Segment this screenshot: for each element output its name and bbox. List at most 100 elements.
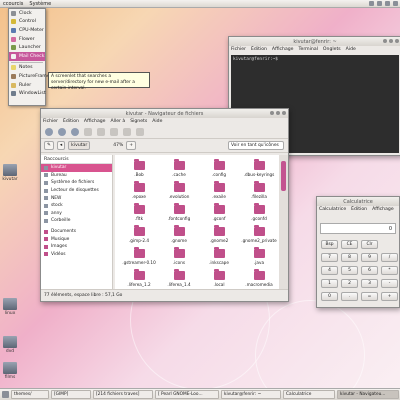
menu-item-mail-check[interactable]: Mail Check [9, 51, 45, 61]
menu-item-notes[interactable]: Notes [9, 64, 45, 73]
desktop-icon-dvd[interactable]: dvd [0, 336, 24, 354]
folder-item[interactable]: .gstreamer-0.10 [119, 247, 159, 265]
folder-item[interactable]: .cache [159, 159, 199, 177]
folder-item[interactable]: .exaile [199, 181, 239, 199]
calc-key-button[interactable]: * [381, 266, 398, 275]
sidebar-item-images[interactable]: Images [41, 243, 112, 251]
sidebar-item-videos[interactable]: Vidéos [41, 251, 112, 259]
terminal-titlebar[interactable]: kivutar@fenrir: ~ [229, 37, 400, 46]
network-icon[interactable] [369, 1, 374, 6]
calc-key-button[interactable]: 4 [321, 266, 338, 275]
calc-key-button[interactable]: 7 [321, 253, 338, 262]
menu-terminal[interactable]: Terminal [299, 47, 318, 52]
calc-key-button[interactable]: / [381, 253, 398, 262]
home-icon[interactable] [110, 127, 118, 136]
folder-item[interactable]: .liferea_1.4 [159, 269, 199, 287]
menu-tabs[interactable]: Onglets [323, 47, 341, 52]
calc-key-button[interactable]: 0 [321, 292, 338, 301]
menu-file[interactable]: Fichier [43, 119, 58, 124]
menu-edit[interactable]: Édition [63, 119, 79, 124]
stop-icon[interactable] [84, 127, 92, 136]
menu-item-window-list[interactable]: WindowList [9, 89, 46, 98]
sidebar-item-home[interactable]: kivutar [41, 164, 112, 172]
edit-location-icon[interactable]: ✎ [44, 141, 54, 150]
forward-arrow-icon[interactable] [58, 127, 66, 136]
folder-item[interactable]: .dbus-keyrings [239, 159, 279, 177]
menu-item-control[interactable]: Control [9, 18, 45, 27]
taskbar-button[interactable]: themes/ [11, 390, 49, 399]
menu-view[interactable]: Affichage [84, 119, 106, 124]
sidebar-item-stock[interactable]: stock [41, 202, 112, 210]
menu-file[interactable]: Fichier [231, 47, 246, 52]
menu-view[interactable]: Affichage [272, 47, 294, 52]
folder-item[interactable]: .evolution [159, 181, 199, 199]
minimize-button[interactable] [383, 39, 387, 43]
folder-item[interactable]: .fltk [119, 203, 159, 221]
folder-item[interactable]: .fontconfig [159, 203, 199, 221]
menu-edit[interactable]: Édition [251, 47, 267, 52]
taskbar-button[interactable]: Calculatrice [283, 390, 335, 399]
zoom-in-icon[interactable]: + [126, 141, 137, 150]
folder-item[interactable]: .gconfd [239, 203, 279, 221]
folder-item[interactable]: .gnome2 [199, 225, 239, 243]
menu-item-cpu-meter[interactable]: CPU-Meter [9, 26, 45, 35]
menu-help[interactable]: Aide [346, 47, 356, 52]
show-desktop-icon[interactable] [2, 391, 9, 398]
sidebar-item-anny[interactable]: anny [41, 210, 112, 218]
power-icon[interactable] [393, 1, 398, 6]
menu-item-flower[interactable]: Flower [9, 35, 45, 44]
taskbar-button[interactable]: [GIMP] [51, 390, 91, 399]
sidebar-item-filesystem[interactable]: Système de fichiers [41, 179, 112, 187]
scrollbar-thumb[interactable] [281, 161, 286, 191]
menu-item-ruler[interactable]: Ruler [9, 81, 45, 90]
sidebar-header[interactable]: Raccourcis [41, 155, 112, 164]
back-arrow-icon[interactable] [45, 127, 53, 136]
calc-key-button[interactable]: CE [341, 240, 358, 249]
folder-item[interactable]: .macromedia [239, 269, 279, 287]
folder-item[interactable]: .gimp-2.4 [119, 225, 159, 243]
folder-item[interactable]: .inkscape [199, 247, 239, 265]
menu-item-clock[interactable]: Clock [9, 9, 45, 18]
folder-item[interactable]: .epoxe [119, 181, 159, 199]
close-button[interactable] [282, 111, 286, 115]
folder-item[interactable]: .java [239, 247, 279, 265]
folder-item[interactable]: .local [199, 269, 239, 287]
folder-item[interactable]: .filezilla [239, 181, 279, 199]
calculator-titlebar[interactable]: Calculatrice [317, 197, 399, 206]
path-button-home[interactable]: kivutar [68, 141, 91, 150]
volume-icon[interactable] [377, 1, 382, 6]
taskbar-button[interactable]: kivutar@fenrir: ~ [221, 390, 281, 399]
folder-item[interactable]: .config [199, 159, 239, 177]
calc-key-button[interactable]: Bsp [321, 240, 338, 249]
sidebar-item-music[interactable]: Musique [41, 235, 112, 243]
reload-icon[interactable] [97, 127, 105, 136]
close-button[interactable] [395, 39, 399, 43]
sidebar-item-trash[interactable]: Corbeille [41, 217, 112, 225]
folder-item[interactable]: .gconf [199, 203, 239, 221]
menu-view[interactable]: Affichage [372, 207, 394, 212]
menu-help[interactable]: Aide [152, 119, 162, 124]
menu-bookmarks[interactable]: Signets [130, 119, 147, 124]
calc-key-button[interactable]: 9 [361, 253, 378, 262]
sidebar-item-desktop[interactable]: Bureau [41, 172, 112, 180]
mail-icon[interactable] [385, 1, 390, 6]
desktop-icon-films[interactable]: films [0, 362, 24, 380]
folder-item[interactable]: .gnome2_private [239, 225, 279, 243]
panel-menu-shortcuts[interactable]: ccourcis [0, 1, 26, 7]
calc-key-button[interactable]: + [381, 292, 398, 301]
sidebar-item-new[interactable]: NEW [41, 194, 112, 202]
maximize-button[interactable] [276, 111, 280, 115]
computer-icon[interactable] [123, 127, 131, 136]
panel-menu-system[interactable]: Système [26, 1, 54, 7]
menu-go[interactable]: Aller à [111, 119, 126, 124]
sidebar-item-floppy[interactable]: Lecteur de disquettes [41, 187, 112, 195]
calc-key-button[interactable]: - [381, 279, 398, 288]
taskbar-button[interactable]: [ Pearl GNOME-Loo... [155, 390, 219, 399]
menu-item-picture-frame[interactable]: PictureFrame [9, 72, 50, 81]
folder-item[interactable]: .liferea_1.2 [119, 269, 159, 287]
desktop-icon-linux[interactable]: linux [0, 298, 24, 316]
up-arrow-icon[interactable] [71, 127, 79, 136]
taskbar-button[interactable]: kivutar - Navigateu... [337, 390, 399, 399]
path-left-arrow-icon[interactable]: ◂ [56, 141, 66, 150]
calc-key-button[interactable]: 2 [341, 279, 358, 288]
